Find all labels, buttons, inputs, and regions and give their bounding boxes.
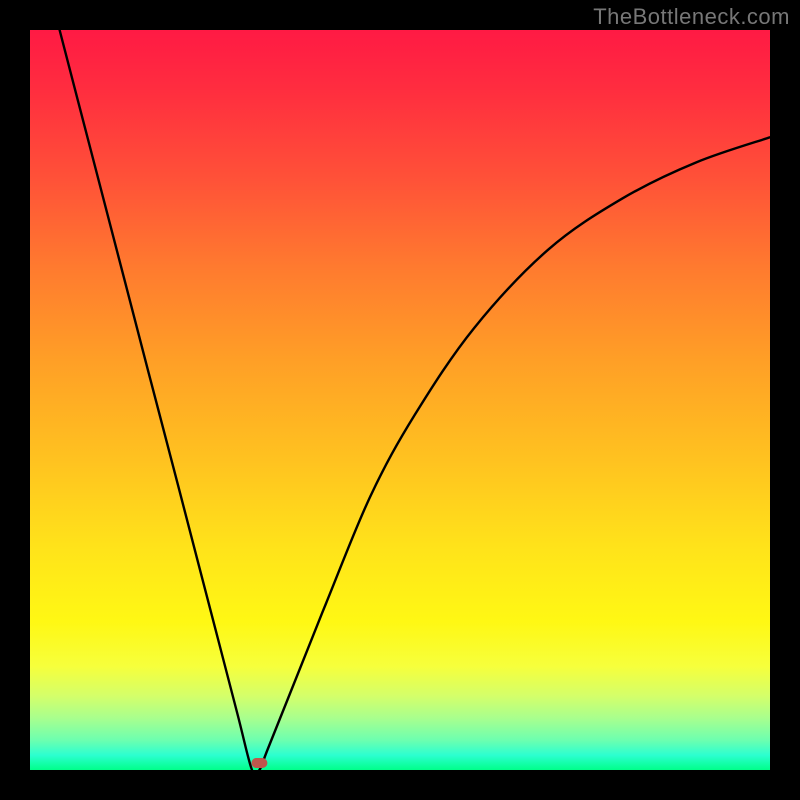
chart-frame: TheBottleneck.com (0, 0, 800, 800)
bottleneck-curve (60, 30, 770, 775)
plot-area (30, 30, 770, 770)
watermark-text: TheBottleneck.com (593, 4, 790, 30)
min-marker (251, 758, 267, 768)
curve-svg (30, 30, 770, 770)
